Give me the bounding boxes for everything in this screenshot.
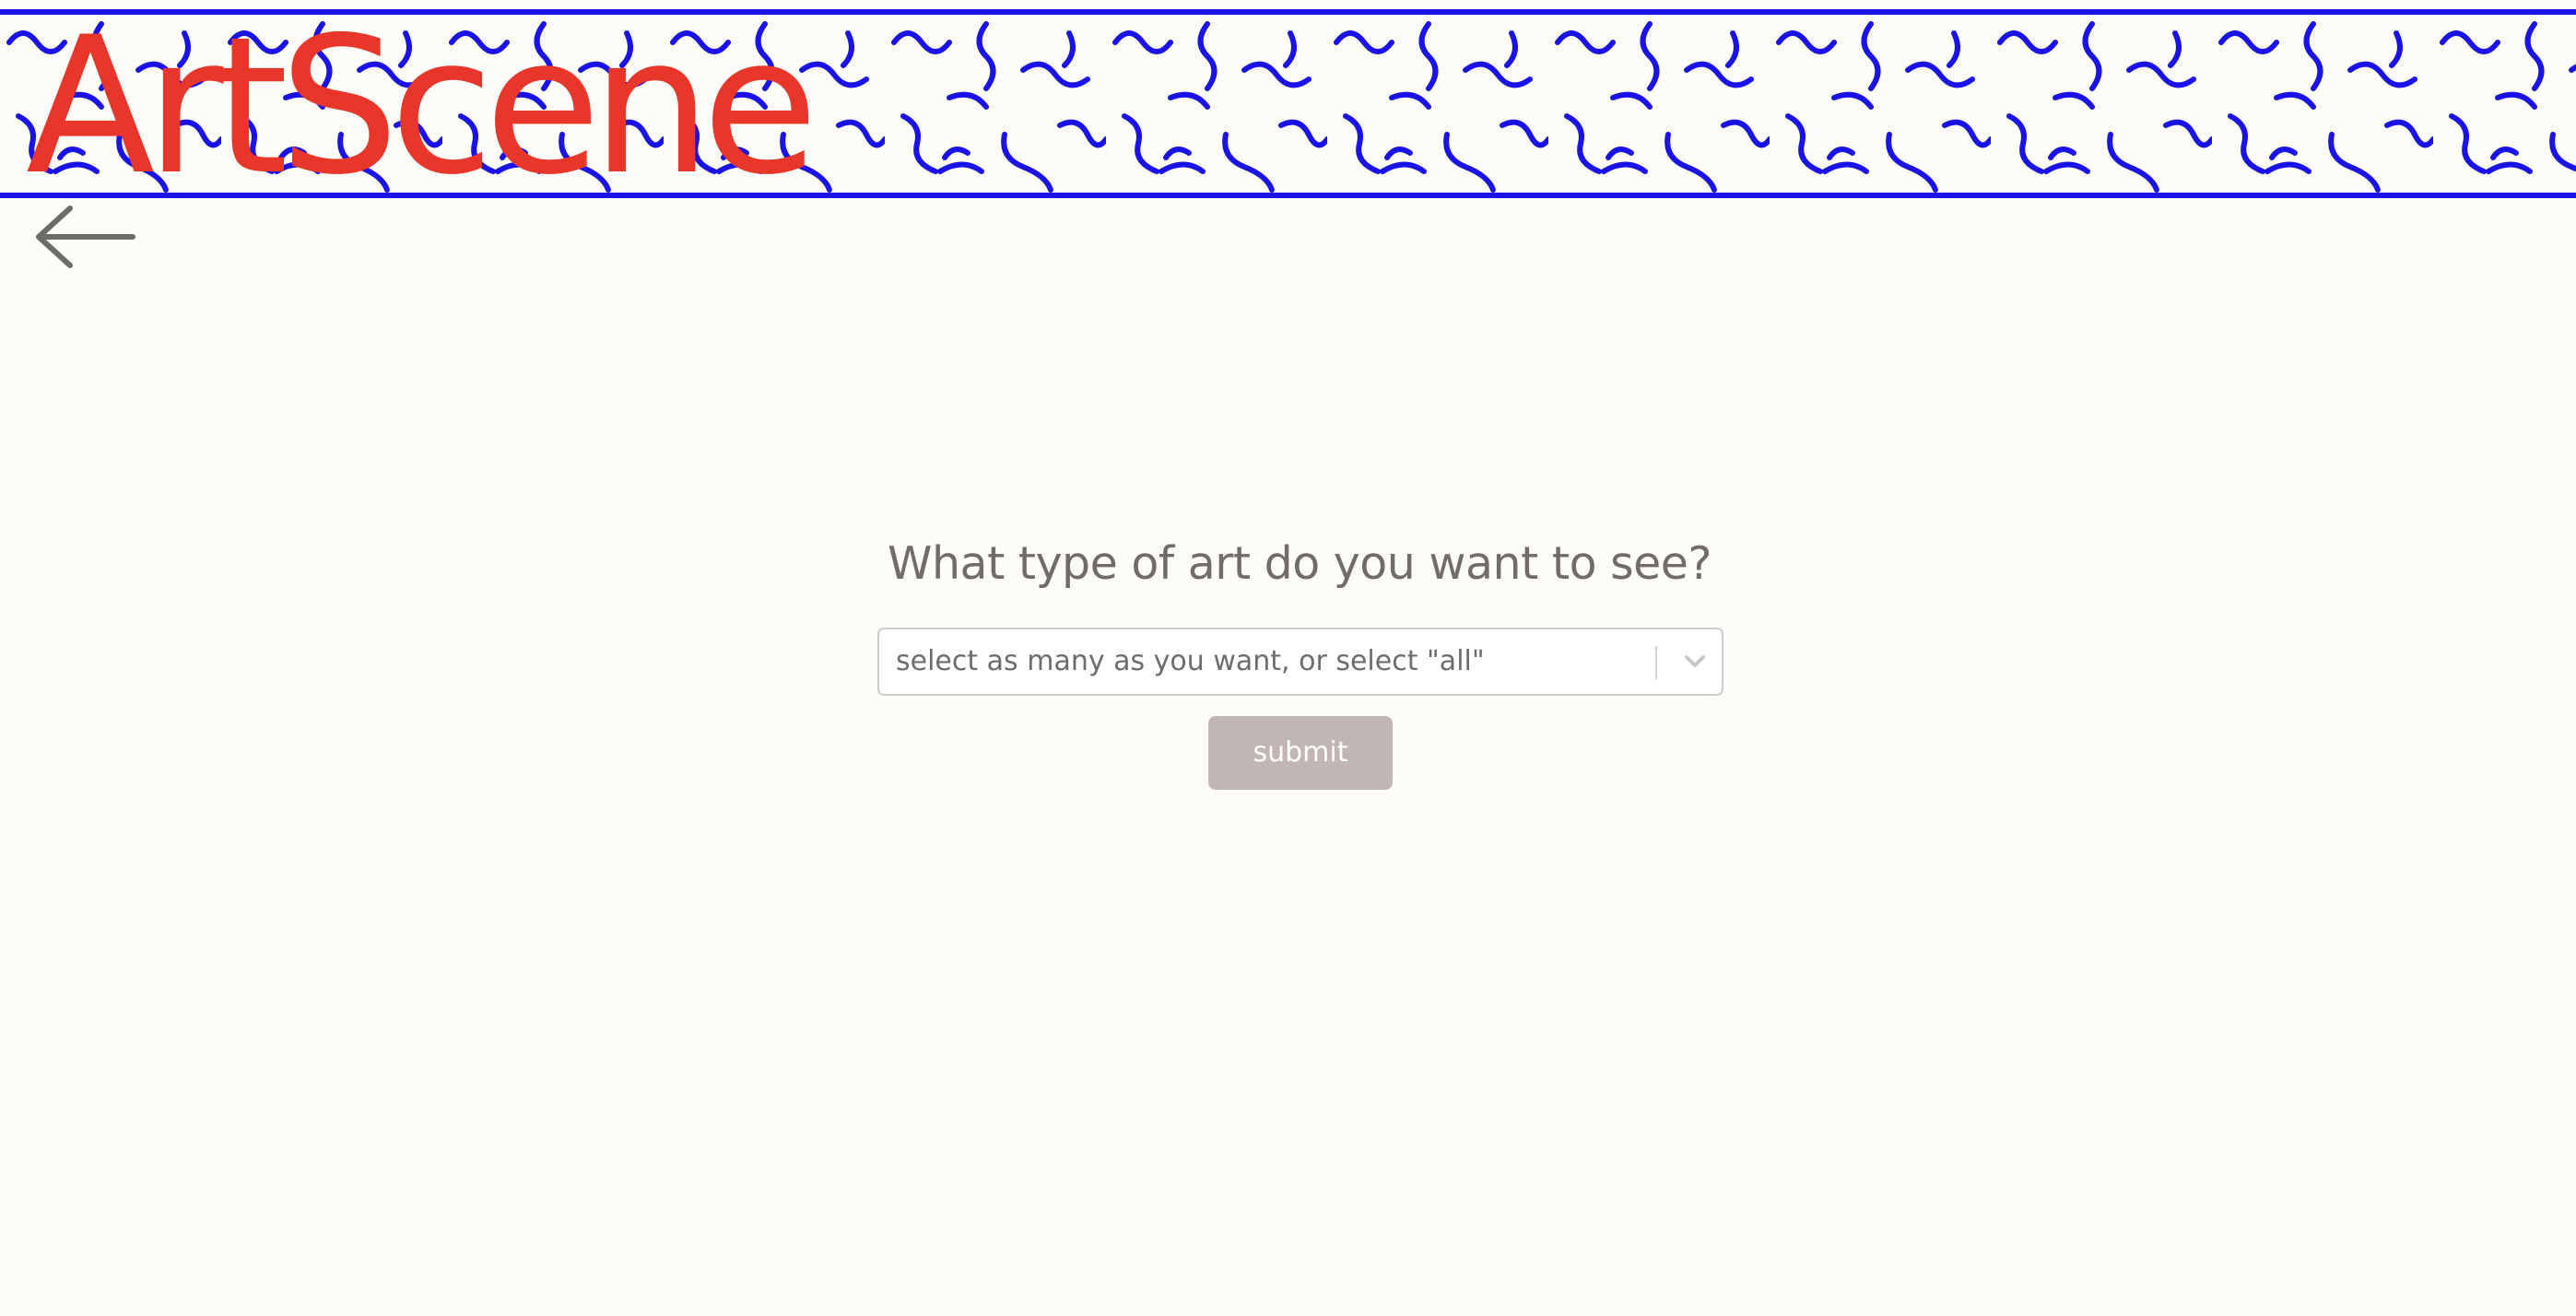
artscene-logo[interactable]: ArtScene xyxy=(26,15,818,193)
select-separator xyxy=(1655,646,1657,679)
chevron-down-icon[interactable] xyxy=(1668,629,1722,694)
question-heading: What type of art do you want to see? xyxy=(888,537,1711,590)
arrow-left-icon[interactable] xyxy=(33,205,140,269)
select-placeholder: select as many as you want, or select "a… xyxy=(896,645,1485,677)
submit-button[interactable]: submit xyxy=(1208,716,1393,790)
header-banner: ArtScene xyxy=(0,9,2576,198)
art-type-select[interactable]: select as many as you want, or select "a… xyxy=(877,628,1723,696)
